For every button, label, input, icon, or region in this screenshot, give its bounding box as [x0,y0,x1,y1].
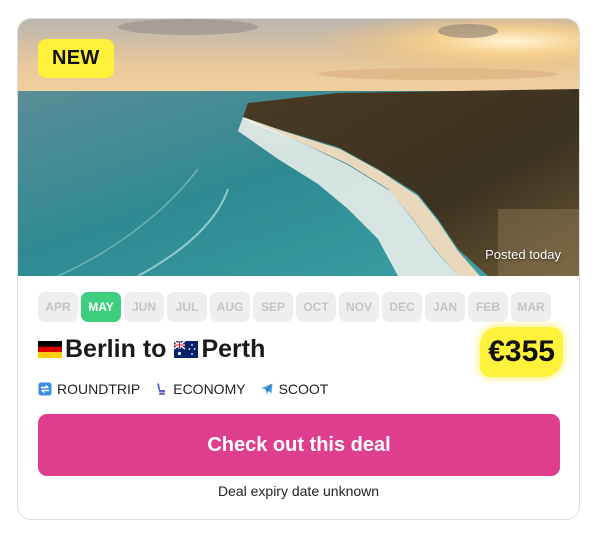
tag-economy: ECONOMY [154,381,246,397]
route-connector: to [142,335,167,363]
airplane-icon [260,382,274,396]
month-jan[interactable]: JAN [425,292,465,322]
route-title: Berlin to Perth [38,335,265,364]
month-apr[interactable]: APR [38,292,78,322]
price-highlight: €355 [480,327,563,377]
destination-city: Perth [201,335,266,363]
tag-roundtrip-label: ROUNDTRIP [57,381,141,397]
month-sep[interactable]: SEP [253,292,293,322]
month-selector: APR MAY JUN JUL AUG SEP OCT NOV DEC JAN … [38,292,551,322]
month-may[interactable]: MAY [81,292,121,322]
tag-economy-label: ECONOMY [173,381,246,397]
deal-tags: ROUNDTRIP ECONOMY SCOOT [38,381,328,397]
month-mar[interactable]: MAR [511,292,551,322]
month-nov[interactable]: NOV [339,292,379,322]
posted-date: Posted today [485,247,561,262]
month-jun[interactable]: JUN [124,292,164,322]
tag-roundtrip: ROUNDTRIP [38,381,140,397]
deal-expiry: Deal expiry date unknown [217,483,380,499]
month-dec[interactable]: DEC [382,292,422,322]
month-aug[interactable]: AUG [210,292,250,322]
destination-photo: NEW Posted today [18,19,579,276]
check-deal-button[interactable]: Check out this deal [38,414,560,476]
deal-card[interactable]: NEW Posted today APR MAY JUN JUL AUG SEP… [17,18,580,520]
tag-airline-label: SCOOT [278,381,329,397]
australia-flag-icon [174,341,199,358]
new-badge: NEW [38,39,114,78]
origin-city: Berlin [65,335,136,363]
roundtrip-icon [38,382,52,396]
month-oct[interactable]: OCT [296,292,336,322]
germany-flag-icon [38,341,62,358]
month-feb[interactable]: FEB [468,292,508,322]
price: €355 [488,335,555,368]
tag-airline: SCOOT [260,381,329,397]
seat-icon [154,382,168,396]
month-jul[interactable]: JUL [167,292,207,322]
